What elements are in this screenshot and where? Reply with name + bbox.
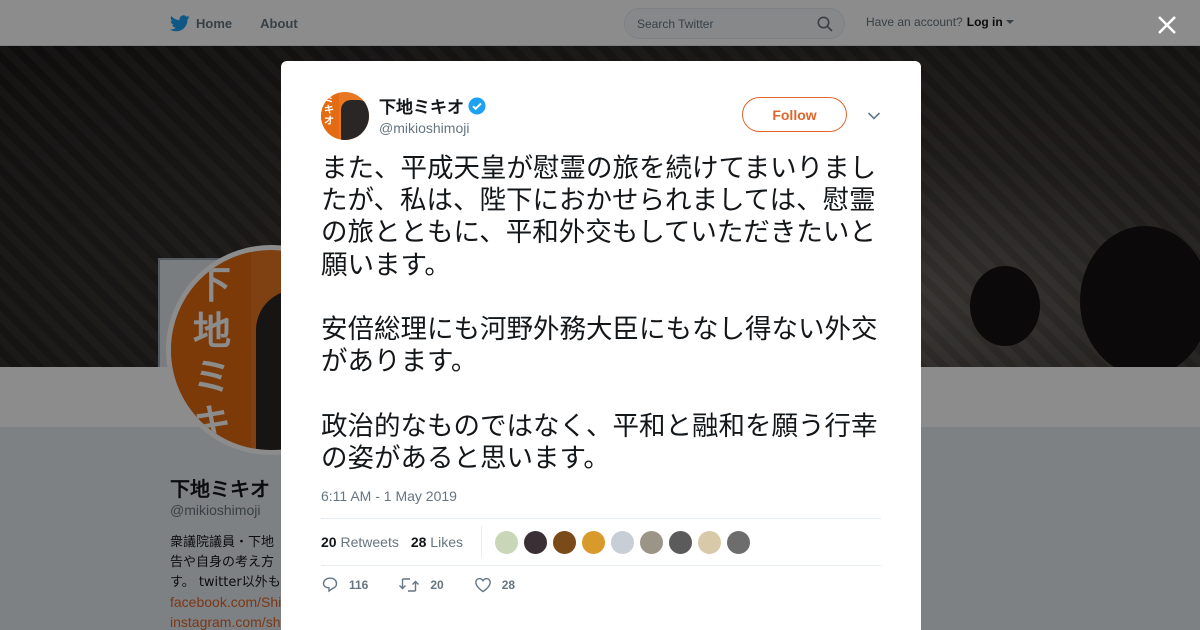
likes-stat[interactable]: 28 Likes bbox=[411, 534, 463, 550]
reply-count: 116 bbox=[349, 577, 369, 592]
liker-avatars bbox=[493, 529, 755, 555]
tweet-timestamp[interactable]: 6:11 AM - 1 May 2019 bbox=[321, 488, 457, 504]
liker-avatar[interactable] bbox=[667, 529, 693, 555]
liker-avatar[interactable] bbox=[580, 529, 606, 555]
stats-divider bbox=[480, 526, 482, 558]
reply-icon bbox=[322, 577, 338, 593]
tweet-paragraph: また、平成天皇が慰霊の旅を続けてまいりましたが、私は、陛下におかせられましては、… bbox=[321, 153, 877, 281]
retweet-count: 20 bbox=[430, 577, 444, 592]
follow-button[interactable]: Follow bbox=[742, 97, 847, 132]
tweet-stats: 20 Retweets 28 Likes bbox=[321, 518, 881, 566]
author-name: 下地ミキオ bbox=[379, 98, 464, 118]
liker-avatar[interactable] bbox=[638, 529, 664, 555]
close-icon[interactable] bbox=[1156, 14, 1178, 36]
liker-avatar[interactable] bbox=[522, 529, 548, 555]
tweet-actions: 116 20 28 bbox=[321, 576, 545, 593]
tweet-paragraph: 政治的なものではなく、平和と融和を願う行幸の姿があると思います。 bbox=[321, 410, 878, 474]
retweet-button[interactable]: 20 bbox=[398, 577, 444, 593]
retweet-icon bbox=[399, 577, 420, 592]
liker-avatar[interactable] bbox=[551, 529, 577, 555]
chevron-down-icon[interactable] bbox=[867, 111, 881, 121]
liker-avatar[interactable] bbox=[609, 529, 635, 555]
tweet-text: また、平成天皇が慰霊の旅を続けてまいりましたが、私は、陛下におかせられましては、… bbox=[321, 153, 891, 507]
retweets-stat[interactable]: 20 Retweets bbox=[321, 534, 399, 550]
tweet-modal: ミキオ 下地ミキオ @mikioshimoji Follow また、平成天皇が慰… bbox=[281, 61, 921, 630]
likes-count: 28 bbox=[410, 534, 427, 550]
liker-avatar[interactable] bbox=[725, 529, 751, 555]
reply-button[interactable]: 116 bbox=[321, 576, 368, 593]
like-count: 28 bbox=[501, 577, 516, 592]
author-avatar[interactable]: ミキオ bbox=[321, 92, 369, 140]
likes-label: Likes bbox=[430, 534, 463, 550]
liker-avatar[interactable] bbox=[696, 529, 722, 555]
tweet-paragraph: 安倍総理にも河野外務大臣にもなし得ない外交があります。 bbox=[321, 314, 878, 378]
verified-badge-icon bbox=[468, 97, 486, 114]
retweets-label: Retweets bbox=[340, 534, 399, 550]
author-name-row[interactable]: 下地ミキオ bbox=[379, 93, 486, 118]
heart-icon bbox=[474, 577, 491, 592]
retweets-count: 20 bbox=[321, 534, 337, 550]
author-handle[interactable]: @mikioshimoji bbox=[379, 120, 469, 136]
liker-avatar[interactable] bbox=[493, 529, 519, 555]
avatar-lettering: ミキオ bbox=[324, 94, 334, 127]
like-button[interactable]: 28 bbox=[474, 577, 515, 593]
avatar-figure bbox=[341, 100, 369, 140]
